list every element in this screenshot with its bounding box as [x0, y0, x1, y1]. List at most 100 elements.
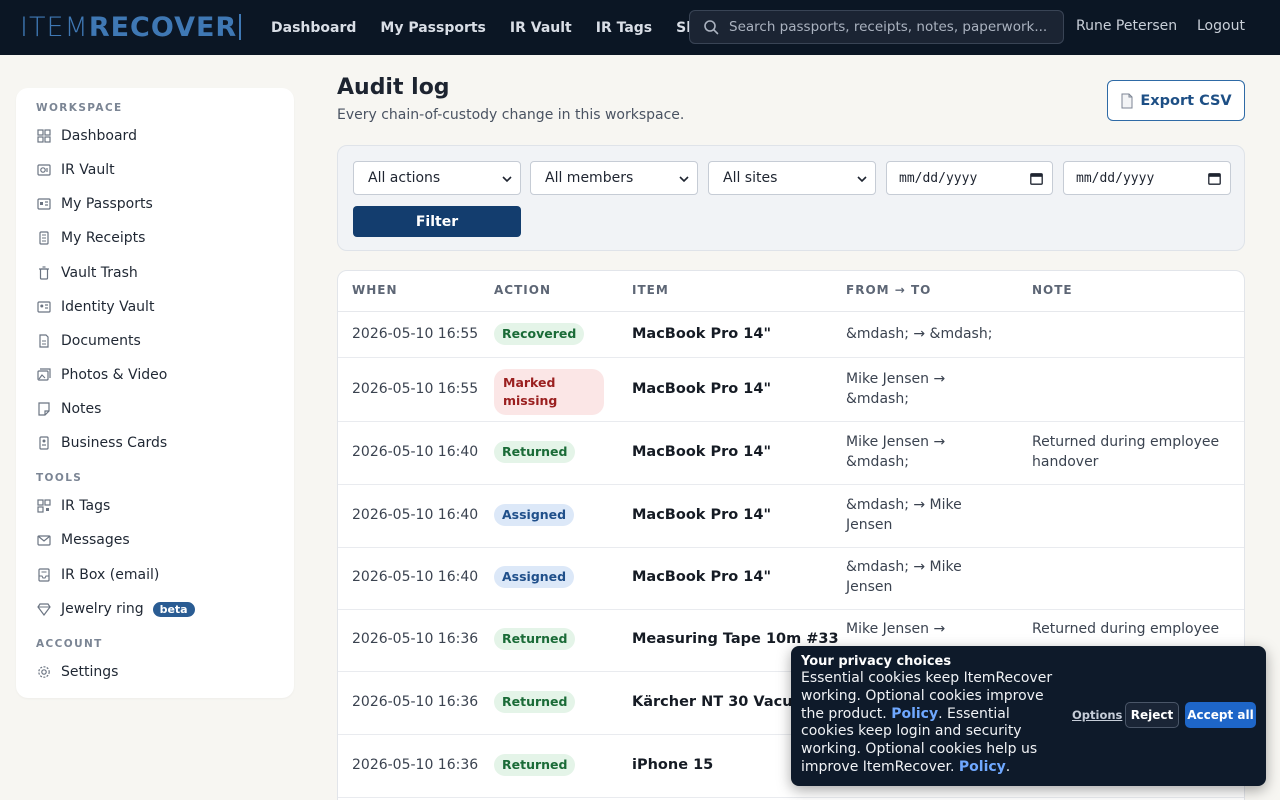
sidebar-item-label: Jewelry ring	[61, 601, 144, 617]
search-box[interactable]	[689, 10, 1064, 44]
cookie-title: Your privacy choices	[801, 654, 952, 669]
top-nav: ITEM RECOVER Dashboard My Passports IR Va…	[0, 0, 1280, 55]
cell-item[interactable]: MacBook Pro 14"	[632, 325, 771, 345]
cell-from-to: Mike Jensen →	[846, 621, 946, 637]
calendar-icon[interactable]	[1030, 172, 1043, 185]
passport-icon	[36, 196, 52, 212]
cell-when: 2026-05-10 16:40	[352, 507, 479, 523]
cell-from-to: Mike Jensen → &mdash;	[846, 371, 946, 407]
table-row[interactable]: 2026-05-10 16:55 Recovered MacBook Pro 1…	[338, 312, 1244, 358]
table-row[interactable]: 2026-05-10 16:40 Assigned MacBook Pro 14…	[338, 485, 1244, 548]
logout-link[interactable]: Logout	[1197, 18, 1245, 34]
nav-dashboard[interactable]: Dashboard	[259, 20, 368, 36]
date-to-input[interactable]: mm/dd/yyyy	[1063, 161, 1231, 195]
policy-link[interactable]: Policy	[959, 759, 1006, 775]
sidebar-item-label: My Receipts	[61, 230, 146, 246]
filter-button[interactable]: Filter	[353, 206, 521, 237]
sidebar-item-messages[interactable]: Messages	[36, 529, 130, 551]
cell-item[interactable]: MacBook Pro 14"	[632, 568, 771, 588]
site-select[interactable]: All sites	[708, 161, 876, 195]
note-icon	[36, 401, 52, 417]
sidebar-item-identity-vault[interactable]: Identity Vault	[36, 296, 154, 318]
cookie-text-part: .	[1005, 758, 1011, 775]
sidebar-item-ir-tags[interactable]: IR Tags	[36, 495, 110, 517]
sidebar-item-label: My Passports	[61, 196, 153, 212]
cell-item[interactable]: iPhone 15	[632, 756, 713, 776]
cell-item[interactable]: MacBook Pro 14"	[632, 380, 771, 400]
nav-my-passports[interactable]: My Passports	[368, 20, 498, 36]
action-select[interactable]: All actions	[353, 161, 521, 195]
sidebar-item-label: Documents	[61, 333, 141, 349]
document-icon	[36, 333, 52, 349]
logo[interactable]: ITEM RECOVER	[20, 11, 242, 43]
sidebar-item-settings[interactable]: Settings	[36, 661, 118, 683]
sidebar-item-label: IR Vault	[61, 162, 115, 178]
cell-when: 2026-05-10 16:40	[352, 444, 479, 460]
grid-icon	[36, 128, 52, 144]
sidebar-item-notes[interactable]: Notes	[36, 398, 101, 420]
sidebar-item-dashboard[interactable]: Dashboard	[36, 125, 137, 147]
search-input[interactable]	[729, 19, 1049, 35]
sidebar-item-vault-trash[interactable]: Vault Trash	[36, 262, 138, 284]
col-when: WHEN	[352, 283, 398, 297]
table-row[interactable]: 2026-05-10 16:40 Returned MacBook Pro 14…	[338, 422, 1244, 485]
sidebar-item-ir-vault[interactable]: IR Vault	[36, 159, 115, 181]
sidebar: WORKSPACE Dashboard IR Vault My Passport…	[16, 88, 294, 698]
status-badge: Recovered	[494, 323, 585, 345]
table-row[interactable]: 2026-05-10 16:55 Marked missing MacBook …	[338, 358, 1244, 422]
logo-text-recover: RECOVER	[88, 11, 238, 43]
cookie-options-link[interactable]: Options	[1072, 708, 1122, 722]
action-select-value: All actions	[368, 170, 441, 186]
sidebar-item-photos-video[interactable]: Photos & Video	[36, 364, 167, 386]
sidebar-item-my-receipts[interactable]: My Receipts	[36, 227, 145, 249]
cookie-accept-button[interactable]: Accept all	[1185, 702, 1256, 728]
status-badge: Assigned	[494, 504, 575, 526]
section-tools: TOOLS	[36, 472, 83, 484]
sidebar-item-label: Settings	[61, 664, 119, 680]
cell-from-to: &mdash; → Mike Jensen	[846, 497, 962, 533]
status-badge: Returned	[494, 628, 576, 650]
sidebar-item-label: IR Tags	[61, 498, 111, 514]
logo-text-item: ITEM	[20, 11, 89, 43]
member-select[interactable]: All members	[530, 161, 698, 195]
sidebar-item-ir-box[interactable]: IR Box (email)	[36, 564, 159, 586]
col-from-to: FROM → TO	[846, 283, 932, 297]
export-csv-button[interactable]: Export CSV	[1107, 80, 1245, 121]
cell-when: 2026-05-10 16:40	[352, 569, 479, 585]
sidebar-item-my-passports[interactable]: My Passports	[36, 193, 153, 215]
cell-from-to: Mike Jensen → &mdash;	[846, 434, 946, 470]
sidebar-item-jewelry-ring[interactable]: Jewelry ring beta	[36, 598, 195, 620]
cell-note: Returned during employee	[1032, 621, 1220, 637]
user-name[interactable]: Rune Petersen	[1076, 18, 1177, 34]
sidebar-item-label: Dashboard	[61, 128, 137, 144]
vault-icon	[36, 162, 52, 178]
qr-icon	[36, 498, 52, 514]
status-badge: Returned	[494, 754, 576, 776]
inbox-icon	[36, 567, 52, 583]
calendar-icon[interactable]	[1208, 172, 1221, 185]
sidebar-item-label: Notes	[61, 401, 102, 417]
cell-item[interactable]: MacBook Pro 14"	[632, 506, 771, 526]
chevron-down-icon	[502, 176, 512, 183]
sidebar-item-label: Business Cards	[61, 435, 168, 451]
gear-icon	[36, 664, 52, 680]
cell-item[interactable]: MacBook Pro 14"	[632, 443, 771, 463]
cell-note: Returned during employee handover	[1032, 434, 1220, 470]
nav-ir-vault[interactable]: IR Vault	[498, 20, 584, 36]
chevron-down-icon	[679, 176, 689, 183]
sidebar-item-documents[interactable]: Documents	[36, 330, 141, 352]
trash-icon	[36, 265, 52, 281]
sidebar-item-label: Photos & Video	[61, 367, 168, 383]
date-from-input[interactable]: mm/dd/yyyy	[886, 161, 1053, 195]
chevron-down-icon	[857, 176, 867, 183]
site-select-value: All sites	[723, 170, 778, 186]
nav-ir-tags[interactable]: IR Tags	[584, 20, 664, 36]
col-action: ACTION	[494, 283, 551, 297]
cookie-reject-button[interactable]: Reject	[1125, 702, 1179, 728]
sidebar-item-business-cards[interactable]: Business Cards	[36, 432, 167, 454]
page-title: Audit log	[337, 75, 450, 100]
status-badge: Assigned	[494, 566, 575, 588]
table-row[interactable]: 2026-05-10 16:40 Assigned MacBook Pro 14…	[338, 548, 1244, 610]
policy-link[interactable]: Policy	[891, 706, 938, 722]
cell-when: 2026-05-10 16:36	[352, 694, 479, 710]
